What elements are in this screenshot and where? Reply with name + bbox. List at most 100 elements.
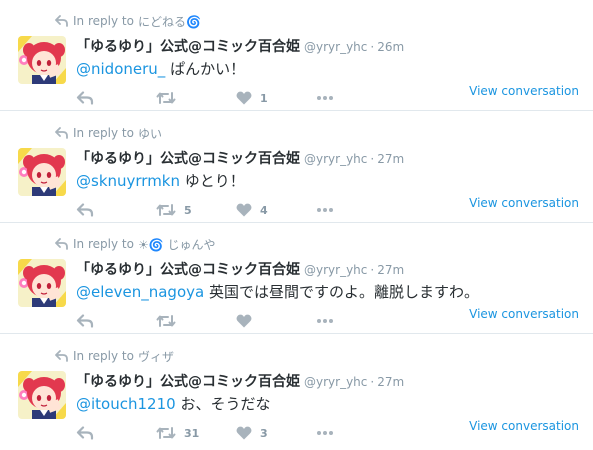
avatar-image	[18, 259, 66, 307]
reply-user-link[interactable]: ヴィザ	[138, 348, 174, 365]
retweet-count: 31	[184, 426, 200, 440]
display-name[interactable]: 「ゆるゆり」公式@コミック百合姫	[76, 36, 300, 56]
tweet-actions: 31 3	[76, 423, 356, 443]
reply-icon	[76, 203, 94, 217]
reply-button[interactable]	[76, 314, 156, 328]
display-name[interactable]: 「ゆるゆり」公式@コミック百合姫	[76, 148, 300, 168]
user-handle[interactable]: @yryr_yhc	[304, 40, 367, 54]
timestamp[interactable]: 27m	[377, 152, 404, 166]
tweet-header: 「ゆるゆり」公式@コミック百合姫 @yryr_yhc · 27m	[76, 148, 404, 168]
tweet[interactable]: In reply to ☀🌀 じゅんや 「ゆるゆり」公式@コミック百合姫 @yr…	[0, 223, 593, 334]
like-count: 4	[260, 203, 268, 217]
view-conversation-link[interactable]: View conversation	[469, 307, 579, 321]
mention-link[interactable]: @itouch1210	[76, 395, 176, 413]
reply-prefix: In reply to	[73, 126, 134, 140]
retweet-icon	[156, 92, 176, 104]
reply-user-link[interactable]: ☀🌀 じゅんや	[138, 236, 216, 253]
more-dots-icon	[317, 431, 333, 435]
more-button[interactable]	[316, 207, 356, 213]
reply-arrow-icon	[55, 127, 68, 139]
tweet-text: @nidoneru_ ぱんかい！	[76, 58, 245, 79]
retweet-button[interactable]	[156, 91, 236, 105]
like-button[interactable]: 3	[236, 426, 316, 440]
more-button[interactable]	[316, 95, 356, 101]
tweet-text: @eleven_nagoya 英国では昼間ですのよ。離脱しますわ。	[76, 281, 479, 302]
display-name[interactable]: 「ゆるゆり」公式@コミック百合姫	[76, 371, 300, 391]
reply-user-link[interactable]: にどねる🌀	[138, 13, 201, 30]
user-handle[interactable]: @yryr_yhc	[304, 152, 367, 166]
more-dots-icon	[317, 208, 333, 212]
tweet[interactable]: In reply to ゆい 「ゆるゆり」公式@コミック百合姫 @yryr_yh…	[0, 112, 593, 223]
tweet[interactable]: In reply to ヴィザ 「ゆるゆり」公式@コミック百合姫 @yryr_y…	[0, 335, 593, 450]
retweet-button[interactable]: 5	[156, 203, 236, 217]
tweet-body: お、そうだな	[175, 395, 271, 413]
retweet-icon	[156, 315, 176, 327]
tweet-text: @itouch1210 お、そうだな	[76, 393, 270, 414]
tweet-body: ぱんかい！	[165, 60, 246, 78]
heart-icon	[236, 91, 252, 105]
avatar[interactable]	[18, 259, 66, 307]
reply-context[interactable]: In reply to ☀🌀 じゅんや	[55, 235, 215, 253]
timestamp[interactable]: 27m	[377, 263, 404, 277]
reply-arrow-icon	[55, 15, 68, 27]
view-conversation-link[interactable]: View conversation	[469, 196, 579, 210]
separator-dot: ·	[370, 375, 375, 389]
retweet-icon	[156, 427, 176, 439]
retweet-button[interactable]	[156, 314, 236, 328]
reply-context[interactable]: In reply to ヴィザ	[55, 347, 174, 365]
reply-icon	[76, 314, 94, 328]
heart-icon	[236, 426, 252, 440]
retweet-count: 5	[184, 203, 192, 217]
separator-dot: ·	[370, 40, 375, 54]
reply-icon	[76, 426, 94, 440]
user-handle[interactable]: @yryr_yhc	[304, 263, 367, 277]
like-count: 3	[260, 426, 268, 440]
mention-link[interactable]: @nidoneru_	[76, 60, 165, 78]
more-button[interactable]	[316, 430, 356, 436]
reply-prefix: In reply to	[73, 237, 134, 251]
reply-button[interactable]	[76, 203, 156, 217]
avatar-image	[18, 371, 66, 419]
display-name[interactable]: 「ゆるゆり」公式@コミック百合姫	[76, 259, 300, 279]
tweet-feed: In reply to にどねる🌀 「ゆるゆり」公式@コミック百合姫 @yryr…	[0, 0, 593, 450]
reply-context[interactable]: In reply to ゆい	[55, 124, 162, 142]
heart-icon	[236, 314, 252, 328]
timestamp[interactable]: 26m	[377, 40, 404, 54]
like-button[interactable]	[236, 314, 316, 328]
mention-link[interactable]: @eleven_nagoya	[76, 283, 204, 301]
like-button[interactable]: 1	[236, 91, 316, 105]
tweet-header: 「ゆるゆり」公式@コミック百合姫 @yryr_yhc · 26m	[76, 36, 404, 56]
avatar[interactable]	[18, 148, 66, 196]
reply-button[interactable]	[76, 426, 156, 440]
avatar-image	[18, 148, 66, 196]
reply-prefix: In reply to	[73, 14, 134, 28]
avatar-image	[18, 36, 66, 84]
reply-user-link[interactable]: ゆい	[138, 125, 162, 142]
separator-dot: ·	[370, 263, 375, 277]
timestamp[interactable]: 27m	[377, 375, 404, 389]
like-button[interactable]: 4	[236, 203, 316, 217]
retweet-button[interactable]: 31	[156, 426, 236, 440]
like-count: 1	[260, 91, 268, 105]
reply-prefix: In reply to	[73, 349, 134, 363]
view-conversation-link[interactable]: View conversation	[469, 84, 579, 98]
avatar[interactable]	[18, 36, 66, 84]
reply-context[interactable]: In reply to にどねる🌀	[55, 12, 201, 30]
more-button[interactable]	[316, 318, 356, 324]
avatar[interactable]	[18, 371, 66, 419]
tweet-body: ゆとり！	[180, 172, 245, 190]
user-handle[interactable]: @yryr_yhc	[304, 375, 367, 389]
mention-link[interactable]: @sknuyrrmkn	[76, 172, 180, 190]
tweet-actions	[76, 311, 356, 331]
heart-icon	[236, 203, 252, 217]
separator-dot: ·	[370, 152, 375, 166]
more-dots-icon	[317, 96, 333, 100]
view-conversation-link[interactable]: View conversation	[469, 419, 579, 433]
tweet[interactable]: In reply to にどねる🌀 「ゆるゆり」公式@コミック百合姫 @yryr…	[0, 0, 593, 111]
tweet-body: 英国では昼間ですのよ。離脱しますわ。	[204, 283, 479, 301]
tweet-header: 「ゆるゆり」公式@コミック百合姫 @yryr_yhc · 27m	[76, 371, 404, 391]
tweet-text: @sknuyrrmkn ゆとり！	[76, 170, 245, 191]
tweet-actions: 1	[76, 88, 356, 108]
reply-button[interactable]	[76, 91, 156, 105]
tweet-actions: 5 4	[76, 200, 356, 220]
